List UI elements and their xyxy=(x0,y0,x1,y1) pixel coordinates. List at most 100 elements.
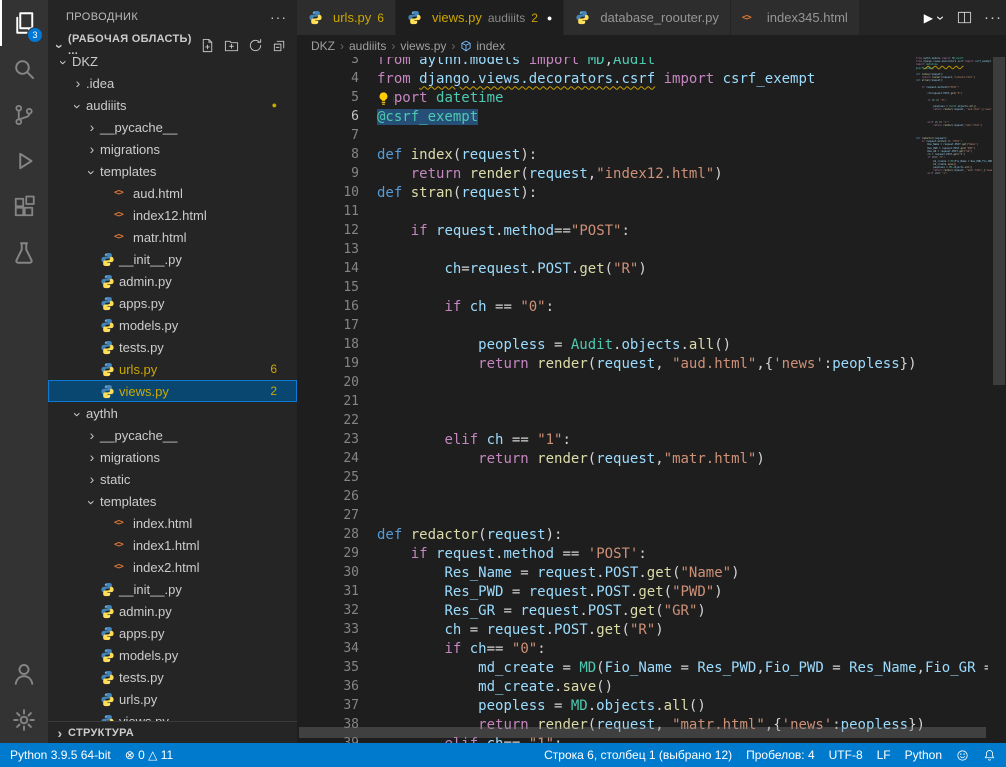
line-number[interactable]: 35 xyxy=(297,660,377,675)
cursor-position-status[interactable]: Строка 6, столбец 1 (выбрано 12) xyxy=(544,748,732,762)
language-mode-status[interactable]: Python xyxy=(905,748,942,762)
breadcrumb-item[interactable]: audiiits xyxy=(349,39,386,53)
breadcrumb-item[interactable]: DKZ xyxy=(311,39,335,53)
code-line-20[interactable]: 20 xyxy=(297,373,988,392)
tree-item-__pycache__[interactable]: ›__pycache__ xyxy=(48,424,297,446)
activity-source-control-icon[interactable] xyxy=(0,92,48,138)
code-line-7[interactable]: 7 xyxy=(297,126,988,145)
line-number[interactable]: 36 xyxy=(297,679,377,694)
line-number[interactable]: 4 xyxy=(297,71,377,86)
code-line-13[interactable]: 13 xyxy=(297,240,988,259)
code-line-8[interactable]: 8def index(request): xyxy=(297,145,988,164)
line-number[interactable]: 15 xyxy=(297,280,377,295)
activity-settings-icon[interactable] xyxy=(0,697,48,743)
notifications-bell-icon[interactable] xyxy=(983,749,996,762)
activity-search-icon[interactable] xyxy=(0,46,48,92)
line-number[interactable]: 19 xyxy=(297,356,377,371)
code-line-21[interactable]: 21 xyxy=(297,392,988,411)
activity-extensions-icon[interactable] xyxy=(0,184,48,230)
new-folder-icon[interactable] xyxy=(224,38,239,53)
tree-item-matr.html[interactable]: <>matr.html xyxy=(48,226,297,248)
tree-item-__init__.py[interactable]: __init__.py xyxy=(48,248,297,270)
line-number[interactable]: 37 xyxy=(297,698,377,713)
code-line-31[interactable]: 31 Res_PWD = request.POST.get("PWD") xyxy=(297,582,988,601)
code-line-25[interactable]: 25 xyxy=(297,468,988,487)
line-number[interactable]: 8 xyxy=(297,147,377,162)
code-line-26[interactable]: 26 xyxy=(297,487,988,506)
tree-item-tests.py[interactable]: tests.py xyxy=(48,336,297,358)
tree-item-admin.py[interactable]: admin.py xyxy=(48,600,297,622)
line-number[interactable]: 17 xyxy=(297,318,377,333)
tree-item-apps.py[interactable]: apps.py xyxy=(48,622,297,644)
python-interpreter-status[interactable]: Python 3.9.5 64-bit xyxy=(10,748,111,762)
tree-item-index2.html[interactable]: <>index2.html xyxy=(48,556,297,578)
feedback-icon[interactable] xyxy=(956,749,969,762)
line-number[interactable]: 18 xyxy=(297,337,377,352)
line-number[interactable]: 14 xyxy=(297,261,377,276)
code-line-10[interactable]: 10def stran(request): xyxy=(297,183,988,202)
tree-item-models.py[interactable]: models.py xyxy=(48,314,297,336)
line-number[interactable]: 10 xyxy=(297,185,377,200)
indentation-status[interactable]: Пробелов: 4 xyxy=(746,748,815,762)
code-line-34[interactable]: 34 if ch== "0": xyxy=(297,639,988,658)
more-actions-icon[interactable]: ··· xyxy=(984,9,1002,26)
code-line-33[interactable]: 33 ch = request.POST.get("R") xyxy=(297,620,988,639)
tree-item-urls.py[interactable]: urls.py6 xyxy=(48,358,297,380)
code-line-12[interactable]: 12 if request.method=="POST": xyxy=(297,221,988,240)
minimap[interactable]: from aythh.models import MD,Auditfrom dj… xyxy=(916,57,992,176)
line-number[interactable]: 12 xyxy=(297,223,377,238)
line-number[interactable]: 30 xyxy=(297,565,377,580)
line-number[interactable]: 33 xyxy=(297,622,377,637)
workspace-section-header[interactable]: › (РАБОЧАЯ ОБЛАСТЬ) ... xyxy=(48,34,297,56)
tree-item-static[interactable]: ›static xyxy=(48,468,297,490)
horizontal-scrollbar[interactable] xyxy=(299,727,986,738)
tree-item-templates[interactable]: ›templates xyxy=(48,490,297,512)
code-line-22[interactable]: 22 xyxy=(297,411,988,430)
tree-item-__init__.py[interactable]: __init__.py xyxy=(48,578,297,600)
lightbulb-icon[interactable] xyxy=(376,90,393,106)
split-editor-icon[interactable] xyxy=(957,10,972,25)
code-line-6[interactable]: 6@csrf_exempt xyxy=(297,107,988,126)
vertical-scrollbar[interactable] xyxy=(993,57,1005,385)
line-number[interactable]: 20 xyxy=(297,375,377,390)
code-line-29[interactable]: 29 if request.method == 'POST': xyxy=(297,544,988,563)
code-line-5[interactable]: 5import datetime xyxy=(297,88,988,107)
activity-account-icon[interactable] xyxy=(0,651,48,697)
line-number[interactable]: 26 xyxy=(297,489,377,504)
code-line-16[interactable]: 16 if ch == "0": xyxy=(297,297,988,316)
line-number[interactable]: 34 xyxy=(297,641,377,656)
activity-explorer-icon[interactable]: 3 xyxy=(0,0,48,46)
tree-item-.idea[interactable]: ›.idea xyxy=(48,72,297,94)
code-line-11[interactable]: 11 xyxy=(297,202,988,221)
line-number[interactable]: 9 xyxy=(297,166,377,181)
refresh-icon[interactable] xyxy=(248,38,263,53)
tree-item-migrations[interactable]: ›migrations xyxy=(48,446,297,468)
line-number[interactable]: 27 xyxy=(297,508,377,523)
tree-item-tests.py[interactable]: tests.py xyxy=(48,666,297,688)
code-line-30[interactable]: 30 Res_Name = request.POST.get("Name") xyxy=(297,563,988,582)
tab-index345.html[interactable]: <>index345.html xyxy=(731,0,860,35)
tree-item-audiiits[interactable]: ›audiiits● xyxy=(48,94,297,116)
line-number[interactable]: 21 xyxy=(297,394,377,409)
tree-item-aythh[interactable]: ›aythh xyxy=(48,402,297,424)
breadcrumb-symbol[interactable]: index xyxy=(460,39,505,53)
code-line-19[interactable]: 19 return render(request, "aud.html",{'n… xyxy=(297,354,988,373)
problems-status[interactable]: ⊗ 0 △ 11 xyxy=(125,748,173,762)
tree-item-migrations[interactable]: ›migrations xyxy=(48,138,297,160)
code-line-32[interactable]: 32 Res_GR = request.POST.get("GR") xyxy=(297,601,988,620)
code-line-9[interactable]: 9 return render(request,"index12.html") xyxy=(297,164,988,183)
code-line-23[interactable]: 23 elif ch == "1": xyxy=(297,430,988,449)
line-number[interactable]: 11 xyxy=(297,204,377,219)
code-line-17[interactable]: 17 xyxy=(297,316,988,335)
tree-item-index1.html[interactable]: <>index1.html xyxy=(48,534,297,556)
new-file-icon[interactable] xyxy=(200,38,215,53)
tree-item-aud.html[interactable]: <>aud.html xyxy=(48,182,297,204)
tree-item-apps.py[interactable]: apps.py xyxy=(48,292,297,314)
line-number[interactable]: 7 xyxy=(297,128,377,143)
line-number[interactable]: 28 xyxy=(297,527,377,542)
tree-item-views.py[interactable]: views.py2 xyxy=(48,380,297,402)
activity-testing-icon[interactable] xyxy=(0,230,48,276)
line-number[interactable]: 32 xyxy=(297,603,377,618)
activity-run-debug-icon[interactable] xyxy=(0,138,48,184)
code-line-28[interactable]: 28def redactor(request): xyxy=(297,525,988,544)
